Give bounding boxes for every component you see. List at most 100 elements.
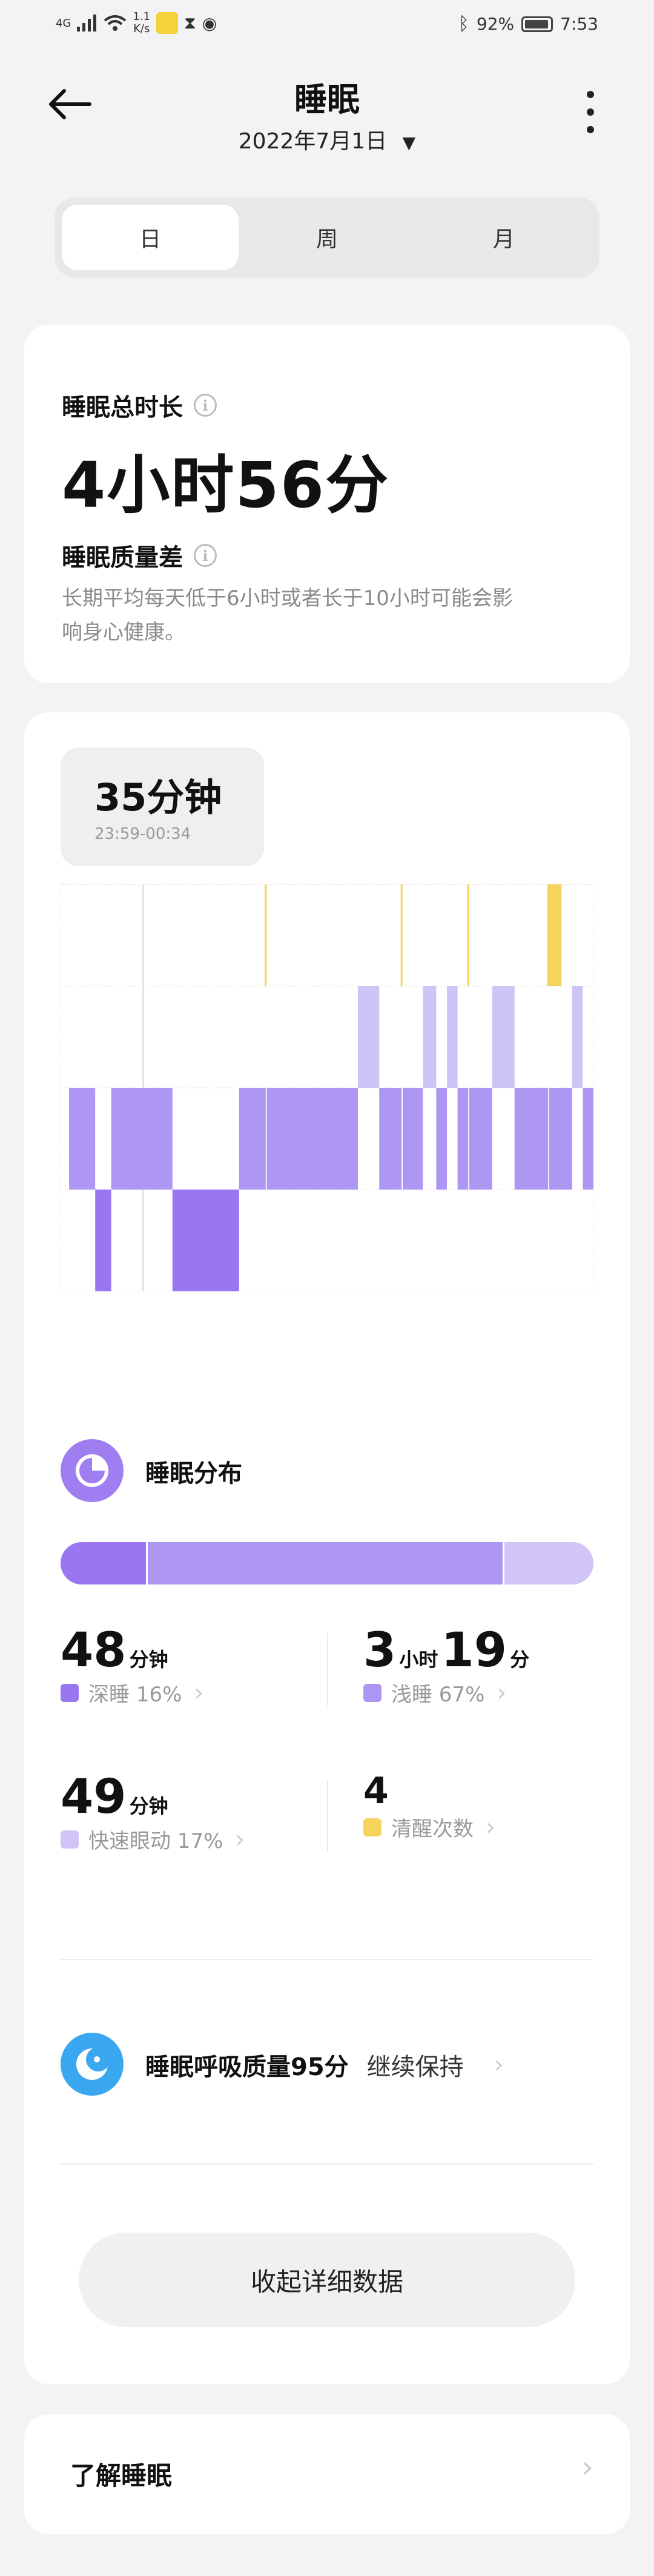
sleep-segment-rem: [358, 986, 380, 1088]
tab-day[interactable]: 日: [62, 205, 239, 270]
app-notification-icon: [156, 12, 179, 34]
awake-count-stat[interactable]: 4 清醒次数 ›: [363, 1770, 495, 1842]
learn-sleep-label: 了解睡眠: [70, 2461, 173, 2491]
rem-sleep-label: 快速眼动 17%: [88, 1829, 223, 1853]
awake-count-label: 清醒次数: [391, 1817, 474, 1841]
rem-sleep-stat[interactable]: 49 分钟 快速眼动 17% ›: [61, 1770, 245, 1854]
breathing-quality-title: 睡眠呼吸质量95分: [145, 2053, 349, 2081]
sleep-segment-light: [379, 1088, 402, 1190]
deep-sleep-swatch: [61, 1683, 79, 1702]
date-selector[interactable]: 2022年7月1日 ▼: [0, 124, 654, 155]
deep-sleep-label: 深睡 16%: [88, 1683, 182, 1707]
sleep-quality-label: 睡眠质量差: [62, 544, 183, 572]
battery-icon: [521, 16, 553, 32]
sleep-segment-light: [514, 1088, 549, 1190]
page-title: 睡眠: [294, 81, 360, 119]
clock-time: 7:53: [560, 14, 598, 34]
light-sleep-swatch: [363, 1683, 382, 1702]
wifi-icon: [104, 15, 127, 31]
sleep-segment-rem: [423, 986, 437, 1088]
breathing-quality-status: 继续保持: [366, 2053, 464, 2081]
sleep-segment-light: [549, 1088, 572, 1190]
tooltip-duration: 35分钟: [94, 775, 222, 819]
light-sleep-stat[interactable]: 3 小时 19 分 浅睡 67% ›: [363, 1623, 529, 1707]
sleep-segment-light: [583, 1088, 593, 1190]
awake-swatch: [363, 1818, 382, 1836]
sleep-stage-chart[interactable]: 23:3404:42: [61, 884, 593, 1296]
divider: [61, 2164, 593, 2165]
battery-percent: 92%: [476, 14, 515, 34]
awake-block: [548, 884, 562, 986]
status-right: ᛒ 92% 7:53: [458, 13, 598, 35]
light-sleep-label: 浅睡 67%: [391, 1683, 485, 1707]
sleep-segment-light: [457, 1088, 469, 1190]
signal-bars-icon: [77, 15, 97, 31]
chevron-right-icon: ›: [494, 2051, 504, 2079]
status-bar: 4G 1.1 K/s ⧗ ◉ ᛒ 92% 7:53: [0, 0, 654, 55]
hourglass-icon: ⧗: [184, 13, 196, 33]
moon-icon: [61, 2033, 124, 2096]
divider: [327, 1780, 328, 1852]
distribution-segment: [503, 1542, 593, 1584]
tab-week[interactable]: 周: [239, 205, 415, 270]
light-sleep-hours-unit: 小时: [399, 1648, 438, 1671]
segment-tooltip: 35分钟 23:59-00:34: [61, 747, 264, 866]
info-icon[interactable]: i: [194, 394, 217, 417]
total-label-row: 睡眠总时长 i: [62, 388, 217, 423]
chevron-right-icon: ›: [235, 1825, 245, 1853]
deep-sleep-unit: 分钟: [129, 1648, 168, 1671]
sleep-quality-description: 长期平均每天低于6小时或者长于10小时可能会影 响身心健康。: [62, 586, 513, 644]
sleep-segment-light: [239, 1088, 266, 1190]
tooltip-time-range: 23:59-00:34: [94, 825, 191, 843]
chevron-right-icon: ›: [581, 2449, 593, 2485]
distribution-bar: [61, 1542, 593, 1584]
learn-sleep-card[interactable]: 了解睡眠 ›: [24, 2414, 630, 2534]
distribution-segment: [61, 1542, 146, 1584]
status-left: 4G 1.1 K/s ⧗ ◉: [56, 11, 217, 35]
rem-sleep-number: 49: [61, 1770, 127, 1824]
divider: [61, 1959, 593, 1960]
light-sleep-minutes: 19: [441, 1623, 507, 1678]
signal-indicator: 4G: [56, 16, 71, 30]
rem-sleep-unit: 分钟: [129, 1795, 168, 1818]
light-sleep-minutes-unit: 分: [510, 1648, 530, 1671]
caret-down-icon: ▼: [402, 133, 416, 153]
awake-count-number: 4: [363, 1770, 389, 1812]
rem-sleep-swatch: [61, 1830, 79, 1849]
sleep-segment-light: [69, 1088, 96, 1190]
sleep-segment-light: [111, 1088, 173, 1190]
sleep-segment-deep: [172, 1190, 239, 1291]
tab-month[interactable]: 月: [415, 205, 592, 270]
sleep-segment-deep: [95, 1190, 111, 1291]
total-sleep-value: 4小时56分: [62, 448, 390, 522]
date-label: 2022年7月1日: [238, 129, 388, 154]
distribution-title: 睡眠分布: [145, 1460, 242, 1488]
deep-sleep-stat[interactable]: 48 分钟 深睡 16% ›: [61, 1623, 203, 1707]
chevron-right-icon: ›: [497, 1678, 507, 1707]
wechat-icon: ◉: [202, 13, 217, 33]
period-tabs: 日 周 月: [54, 197, 600, 277]
more-menu-icon[interactable]: [581, 91, 600, 133]
sleep-segment-rem: [572, 986, 583, 1088]
sleep-segment-rem: [447, 986, 458, 1088]
chevron-right-icon: ›: [486, 1813, 495, 1841]
collapse-details-button[interactable]: 收起详细数据: [79, 2233, 575, 2327]
bluetooth-icon: ᛒ: [458, 13, 469, 35]
sleep-summary-card: 睡眠总时长 i 4小时56分 睡眠质量差 i 长期平均每天低于6小时或者长于10…: [24, 325, 630, 683]
network-speed: 1.1 K/s: [133, 10, 151, 35]
light-sleep-hours: 3: [363, 1623, 397, 1678]
deep-sleep-number: 48: [61, 1623, 127, 1678]
quality-label-row: 睡眠质量差 i: [62, 538, 217, 573]
sleep-segment-light: [266, 1088, 358, 1190]
info-icon[interactable]: i: [194, 544, 217, 567]
sleep-segment-rem: [492, 986, 515, 1088]
total-sleep-label: 睡眠总时长: [62, 394, 183, 422]
breathing-quality-row[interactable]: 睡眠呼吸质量95分 继续保持 ›: [145, 2047, 593, 2082]
chevron-right-icon: ›: [194, 1678, 204, 1707]
sleep-segment-light: [402, 1088, 423, 1190]
distribution-segment: [145, 1542, 503, 1584]
sleep-segment-light: [436, 1088, 447, 1190]
divider: [327, 1633, 328, 1706]
pie-chart-icon: [61, 1439, 124, 1502]
sleep-segment-light: [469, 1088, 492, 1190]
